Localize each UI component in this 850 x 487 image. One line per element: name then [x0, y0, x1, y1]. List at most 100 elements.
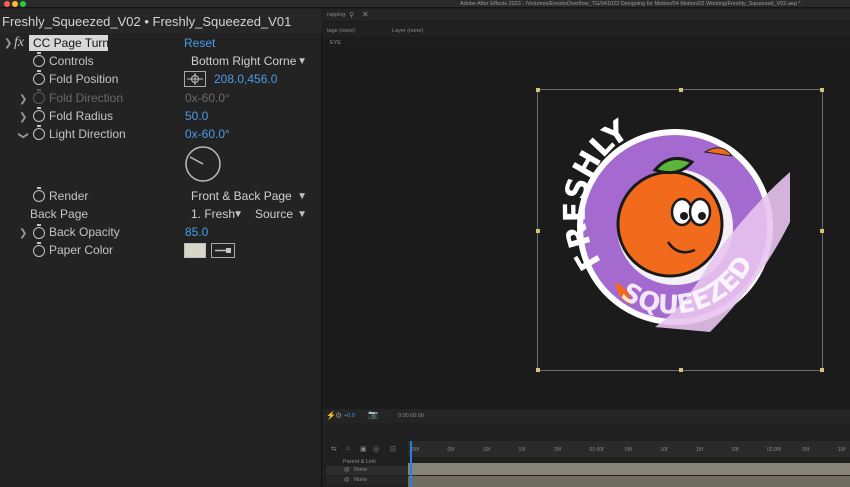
fold-radius-label: Fold Radius — [49, 109, 114, 123]
render-label: Render — [49, 189, 89, 203]
current-time-indicator[interactable] — [410, 441, 412, 487]
time-ruler-tick: 20f — [554, 447, 561, 453]
zoom-window-button[interactable] — [20, 1, 26, 7]
stopwatch-icon[interactable] — [33, 187, 45, 202]
viewer-subheader — [323, 37, 850, 49]
sticker-artwork: FRESHLY SQUEEZED — [560, 113, 790, 332]
transform-handle[interactable] — [820, 88, 824, 92]
time-ruler-tick: 10f — [483, 447, 490, 453]
parent-dropdown-1[interactable]: None — [354, 467, 367, 473]
eyedropper-icon[interactable] — [211, 243, 235, 258]
chevron-right-icon[interactable]: ❯ — [19, 228, 27, 239]
fold-direction-value: 0x-60.0° — [185, 91, 230, 105]
chevron-down-icon: ▼ — [297, 56, 307, 67]
time-ruler-tick: 01:00f — [589, 447, 604, 453]
back-page-label: Back Page — [30, 207, 89, 221]
controls-dropdown[interactable]: Bottom Right Corne ▼ — [185, 53, 311, 70]
back-opacity-label: Back Opacity — [49, 225, 120, 239]
transform-handle[interactable] — [536, 229, 540, 233]
transform-handle[interactable] — [536, 88, 540, 92]
chevron-right-icon[interactable]: ❯ — [19, 112, 27, 123]
exposure-value[interactable]: +0.0 — [344, 413, 355, 419]
time-ruler-tick: 05f — [447, 447, 455, 453]
stopwatch-icon[interactable] — [33, 242, 45, 257]
composition-tab-bar — [323, 9, 850, 21]
parent-link-header: Parent & Link — [343, 459, 377, 465]
stopwatch-icon[interactable] — [33, 107, 45, 122]
transform-handle[interactable] — [679, 368, 683, 372]
chevron-down-icon: ▼ — [297, 191, 307, 202]
crosshair-icon-svg — [187, 73, 203, 85]
chevron-down-icon: ▼ — [233, 209, 243, 220]
fold-direction-label: Fold Direction — [49, 91, 124, 105]
chevron-right-icon[interactable]: ❯ — [19, 94, 27, 105]
app-title: Adobe After Effects 2023 - /Volumes/Enva… — [460, 1, 801, 7]
controls-label: Controls — [49, 54, 94, 68]
stopwatch-icon[interactable] — [33, 52, 45, 67]
parent-icon[interactable]: @ — [344, 467, 350, 473]
effect-expand-chevron[interactable]: ❯ — [4, 38, 12, 49]
angle-dial[interactable] — [184, 145, 222, 183]
reset-link[interactable]: Reset — [184, 36, 215, 50]
layer-duration-bar[interactable] — [408, 463, 850, 475]
close-window-button[interactable] — [4, 1, 10, 7]
motion-blur-icon[interactable]: ◎ — [373, 445, 379, 453]
paper-color-swatch[interactable] — [184, 243, 206, 258]
timecode-display[interactable]: 0:00:00:00 — [398, 413, 424, 419]
graph-editor-icon[interactable]: ⊡ — [390, 445, 396, 453]
time-ruler-tick: 02:00f — [767, 447, 781, 453]
transform-handle[interactable] — [679, 88, 683, 92]
layer-duration-bar[interactable] — [408, 476, 850, 487]
time-ruler-tick: 10f — [838, 447, 845, 453]
frame-blend-icon[interactable]: ▣ — [360, 445, 367, 453]
time-ruler-tick: 00f — [412, 447, 419, 453]
parent-icon[interactable]: @ — [344, 477, 350, 483]
crosshair-icon[interactable] — [184, 71, 206, 87]
time-ruler-tick: 05f — [625, 447, 632, 453]
time-ruler-tick: 10f — [660, 447, 668, 453]
light-direction-value[interactable]: 0x-60.0° — [185, 127, 230, 141]
fold-position-value[interactable]: 208.0,456.0 — [214, 72, 277, 86]
time-ruler-tick: 15f — [518, 447, 526, 453]
stage-label[interactable]: tage (none) — [327, 28, 355, 34]
time-ruler-tick: 05f — [802, 447, 810, 453]
time-ruler-tick: 15f — [696, 447, 703, 453]
transform-handle[interactable] — [536, 368, 540, 372]
layer-label[interactable]: Layer (none) — [392, 28, 423, 34]
composition-tab[interactable]: rapping — [327, 12, 345, 18]
controls-dropdown-value: Bottom Right Corne — [191, 54, 297, 68]
stopwatch-icon — [33, 89, 45, 104]
stopwatch-icon[interactable] — [33, 70, 45, 85]
paper-color-label: Paper Color — [49, 243, 114, 257]
render-dropdown-value: Front & Back Page — [191, 189, 292, 203]
stopwatch-icon[interactable] — [33, 125, 45, 140]
panel-title: Freshly_Squeezed_V02 • Freshly_Squeezed_… — [2, 14, 292, 29]
time-ruler-tick: 20f — [731, 447, 739, 453]
camera-icon[interactable]: 📷 — [368, 410, 378, 419]
fx-icon[interactable]: fx — [14, 35, 24, 51]
fold-position-label: Fold Position — [49, 72, 119, 86]
eyedropper-icon-svg — [215, 248, 231, 253]
back-page-source-value: Source — [255, 207, 294, 221]
render-dropdown[interactable]: Front & Back Page ▼ — [185, 188, 311, 205]
gear-icon[interactable]: ⚙ — [335, 411, 342, 420]
back-page-source-dropdown[interactable]: Source ▼ — [249, 206, 311, 223]
chevron-down-icon: ▼ — [297, 209, 307, 220]
close-icon[interactable]: ✕ — [362, 10, 369, 19]
stopwatch-icon[interactable] — [33, 224, 45, 239]
back-opacity-value[interactable]: 85.0 — [185, 225, 208, 239]
back-page-layer-dropdown[interactable]: 1. Fresh ▼ — [185, 206, 247, 223]
timeline-tool-icon[interactable]: ⇆ — [331, 445, 337, 453]
lock-icon[interactable]: ⚲ — [349, 11, 354, 19]
parent-dropdown-2[interactable]: None — [354, 477, 367, 483]
back-page-layer-value: 1. Fresh — [191, 207, 236, 221]
minimize-window-button[interactable] — [12, 1, 18, 7]
transform-handle[interactable] — [820, 229, 824, 233]
effect-name[interactable]: CC Page Turn — [33, 36, 109, 50]
fold-radius-value[interactable]: 50.0 — [185, 109, 208, 123]
light-direction-label: Light Direction — [49, 127, 126, 141]
eye-label[interactable]: EYE — [330, 40, 341, 46]
chevron-down-icon[interactable]: ❯ — [18, 131, 29, 139]
shy-layers-icon[interactable]: ⌂ — [346, 445, 350, 452]
transform-handle[interactable] — [820, 368, 824, 372]
